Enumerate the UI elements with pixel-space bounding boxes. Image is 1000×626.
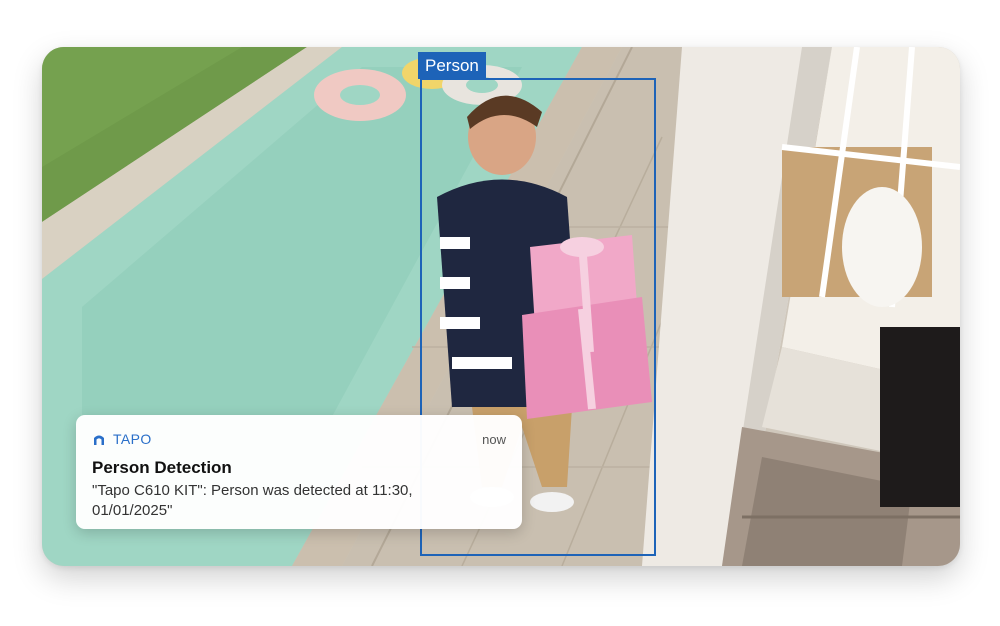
tapo-home-icon (94, 435, 104, 445)
app-name: TAPO (113, 431, 152, 447)
page: Person TAPO now Person Detection "Tapo C… (0, 0, 1000, 626)
detection-label: Person (418, 52, 486, 79)
notification-header: TAPO now (92, 430, 506, 448)
camera-feed[interactable]: Person TAPO now Person Detection "Tapo C… (42, 47, 960, 566)
notification-body: "Tapo C610 KIT": Person was detected at … (92, 482, 413, 519)
notification-card[interactable]: TAPO now Person Detection "Tapo C610 KIT… (76, 415, 522, 529)
notification-title: Person Detection (92, 458, 232, 477)
notification-time: now (482, 431, 506, 447)
